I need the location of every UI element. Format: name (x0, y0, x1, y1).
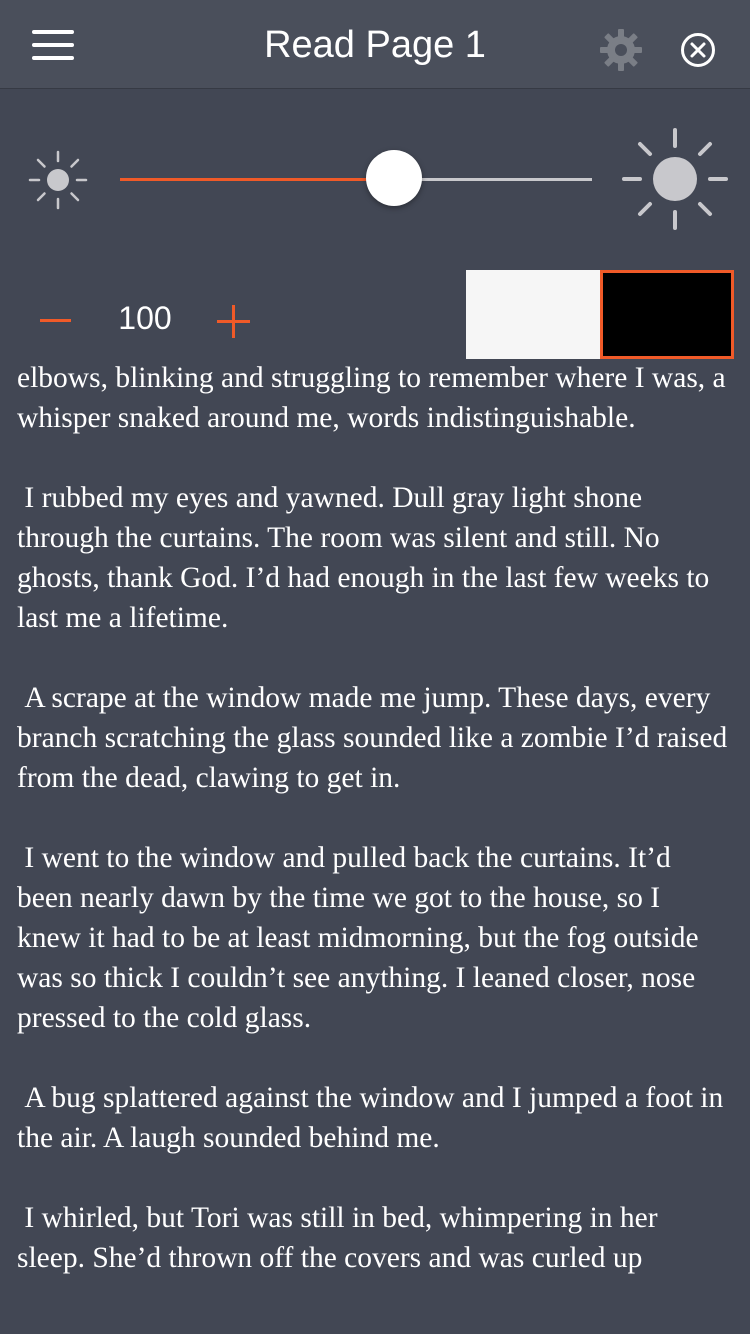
paragraph: I rubbed my eyes and yawned. Dull gray l… (17, 482, 717, 634)
hamburger-menu-icon[interactable] (32, 30, 76, 66)
page-title: Read Page 1 (264, 24, 486, 66)
brightness-slider-fill (120, 178, 394, 181)
increase-font-size-button[interactable] (217, 305, 253, 341)
paragraph: A scrape at the window made me jump. The… (17, 682, 735, 794)
sun-large-icon (622, 128, 728, 230)
paragraph: I whirled, but Tori was still in bed, wh… (17, 1202, 665, 1274)
brightness-control (0, 120, 750, 240)
theme-black-swatch[interactable] (600, 270, 734, 359)
reading-text: elbows, blinking and struggling to remem… (17, 360, 729, 1318)
theme-white-swatch[interactable] (466, 270, 600, 359)
gear-icon[interactable] (598, 27, 644, 73)
paragraph: I went to the window and pulled back the… (17, 842, 707, 1034)
close-circle-icon[interactable] (679, 31, 717, 69)
font-size-value: 100 (118, 300, 172, 336)
paragraph: A bug splattered against the window and … (17, 1082, 731, 1154)
brightness-slider[interactable] (120, 150, 592, 206)
top-bar: Read Page 1 (0, 0, 750, 89)
sun-small-icon (28, 150, 88, 210)
brightness-slider-thumb[interactable] (366, 150, 422, 206)
font-size-and-theme-row: 100 (0, 270, 750, 360)
decrease-font-size-button[interactable] (38, 292, 74, 328)
reading-area[interactable]: elbows, blinking and struggling to remem… (0, 360, 750, 1334)
paragraph: elbows, blinking and struggling to remem… (17, 362, 734, 434)
